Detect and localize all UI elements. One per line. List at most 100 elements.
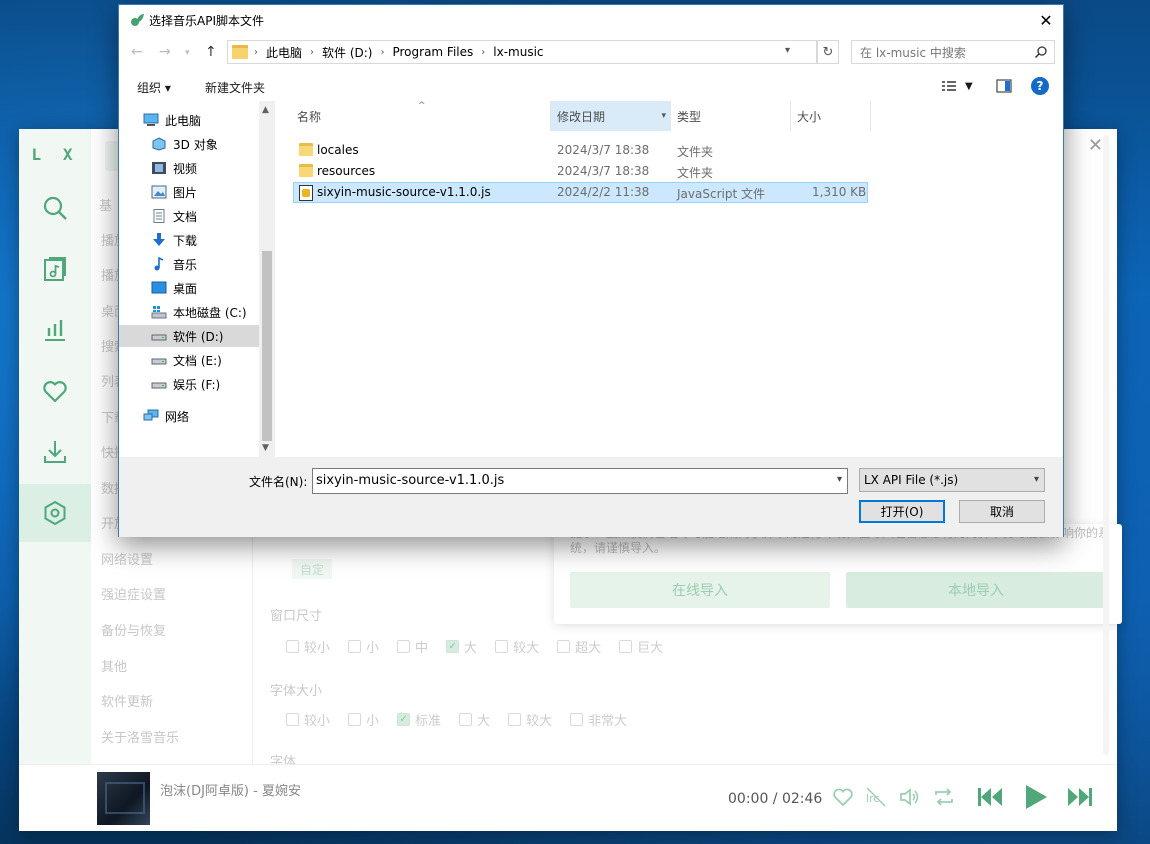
breadcrumb-item[interactable]: 此电脑: [266, 44, 302, 61]
checkbox[interactable]: [348, 713, 362, 726]
settings-nav-item-other[interactable]: 其他: [101, 656, 127, 675]
chevron-right-icon[interactable]: ›: [254, 47, 258, 58]
file-row-resources[interactable]: resources 2024/3/7 18:38 文件夹: [293, 161, 868, 182]
refresh-icon[interactable]: ↻: [817, 40, 839, 64]
chevron-right-icon[interactable]: ›: [481, 47, 485, 58]
volume-control[interactable]: [898, 785, 922, 809]
settings-nav-item-about[interactable]: 关于洛雪音乐: [101, 727, 179, 746]
recent-locations-icon[interactable]: ▾: [185, 48, 190, 58]
checkbox[interactable]: [459, 713, 473, 726]
font-size-option[interactable]: 非常大: [570, 710, 627, 729]
window-size-option[interactable]: 中: [397, 637, 428, 656]
tree-item-music[interactable]: 音乐: [119, 253, 259, 275]
cancel-button[interactable]: 取消: [959, 500, 1045, 523]
font-size-option-selected[interactable]: ✓ 标准: [397, 710, 441, 729]
file-type-select[interactable]: LX API File (*.js) ▾: [859, 468, 1045, 492]
custom-source-tag[interactable]: 自定: [292, 559, 332, 579]
tree-item-documents[interactable]: 文档: [119, 205, 259, 227]
tree-item-videos[interactable]: 视频: [119, 157, 259, 179]
preview-pane-icon[interactable]: [996, 79, 1012, 93]
app-close-icon[interactable]: ✕: [1088, 135, 1103, 156]
next-button[interactable]: [1065, 782, 1095, 812]
lyric-toggle[interactable]: lrc: [864, 785, 888, 809]
tree-item-desktop[interactable]: 桌面: [119, 277, 259, 299]
play-button[interactable]: [1020, 782, 1050, 812]
forward-arrow-icon[interactable]: →: [159, 44, 171, 60]
settings-nav-item-network[interactable]: 网络设置: [101, 549, 153, 568]
tree-item-network[interactable]: 网络: [119, 405, 259, 427]
checkbox[interactable]: [508, 713, 522, 726]
settings-nav-item-update[interactable]: 软件更新: [101, 691, 153, 710]
font-size-option[interactable]: 大: [459, 710, 490, 729]
window-size-option-selected[interactable]: ✓ 大: [446, 637, 477, 656]
window-size-option[interactable]: 较大: [495, 637, 539, 656]
nav-search[interactable]: [19, 179, 91, 237]
view-options-icon[interactable]: [941, 79, 957, 93]
local-import-button[interactable]: 本地导入: [846, 572, 1106, 608]
font-size-option[interactable]: 较大: [508, 710, 552, 729]
checkbox[interactable]: [619, 640, 633, 653]
play-mode-toggle[interactable]: [932, 785, 956, 809]
scroll-up-icon[interactable]: ▲: [262, 105, 269, 115]
tree-item-downloads[interactable]: 下载: [119, 229, 259, 251]
checkbox[interactable]: [286, 640, 299, 653]
column-header-date[interactable]: 修改日期 ▾: [551, 101, 671, 131]
tree-item-drive-f[interactable]: 娱乐 (F:): [119, 373, 259, 395]
tree-item-3d-objects[interactable]: 3D 对象: [119, 133, 259, 155]
help-icon[interactable]: ?: [1031, 77, 1049, 95]
open-button[interactable]: 打开(O): [859, 500, 945, 523]
favorite-toggle[interactable]: [831, 785, 855, 809]
nav-favorites[interactable]: [19, 362, 91, 420]
chevron-down-icon[interactable]: ▾: [661, 111, 666, 121]
back-arrow-icon[interactable]: ←: [131, 44, 143, 60]
window-size-option[interactable]: 巨大: [619, 637, 663, 656]
nav-songlist[interactable]: [19, 240, 91, 298]
checkbox-checked[interactable]: ✓: [397, 713, 411, 726]
column-header-size[interactable]: 大小: [791, 101, 871, 131]
nav-download[interactable]: [19, 423, 91, 481]
scroll-down-icon[interactable]: ▼: [262, 443, 269, 453]
column-header-type[interactable]: 类型: [671, 101, 791, 131]
album-cover[interactable]: [97, 772, 150, 825]
checkbox[interactable]: [557, 640, 571, 653]
settings-nav-item-backup[interactable]: 备份与恢复: [101, 620, 166, 639]
tree-item-drive-c[interactable]: 本地磁盘 (C:): [119, 301, 259, 323]
nav-settings[interactable]: [19, 484, 91, 542]
font-size-option[interactable]: 较小: [286, 710, 330, 729]
column-header-name[interactable]: 名称 ^: [277, 101, 551, 131]
settings-scrollbar[interactable]: [1103, 135, 1109, 755]
checkbox[interactable]: [570, 713, 584, 726]
scroll-thumb[interactable]: [262, 251, 272, 441]
settings-nav-item[interactable]: 基: [99, 195, 112, 214]
chevron-down-icon[interactable]: ▼: [965, 81, 973, 92]
nav-leaderboard[interactable]: [19, 301, 91, 359]
previous-button[interactable]: [975, 782, 1005, 812]
chevron-down-icon[interactable]: ▾: [785, 45, 790, 56]
file-row-locales[interactable]: locales 2024/3/7 18:38 文件夹: [293, 140, 868, 161]
chevron-right-icon[interactable]: ›: [380, 47, 384, 58]
chevron-right-icon[interactable]: ›: [310, 47, 314, 58]
checkbox[interactable]: [348, 640, 362, 653]
online-import-button[interactable]: 在线导入: [570, 572, 830, 608]
address-bar[interactable]: › 此电脑 › 软件 (D:) › Program Files › lx-mus…: [227, 40, 817, 64]
window-size-option[interactable]: 较小: [286, 637, 330, 656]
close-icon[interactable]: ✕: [1029, 5, 1063, 35]
checkbox[interactable]: [397, 640, 411, 653]
tree-item-drive-e[interactable]: 文档 (E:): [119, 349, 259, 371]
checkbox[interactable]: [495, 640, 509, 653]
file-row-sixyin-script[interactable]: sixyin-music-source-v1.1.0.js 2024/2/2 1…: [293, 182, 868, 203]
checkbox[interactable]: [286, 713, 299, 726]
font-size-option[interactable]: 小: [348, 710, 379, 729]
window-size-option[interactable]: 超大: [557, 637, 601, 656]
breadcrumb-item[interactable]: lx-music: [493, 45, 543, 59]
tree-item-pictures[interactable]: 图片: [119, 181, 259, 203]
search-input[interactable]: 在 lx-music 中搜索: [851, 40, 1055, 64]
filename-input[interactable]: sixyin-music-source-v1.1.0.js ▾: [312, 468, 848, 494]
up-arrow-icon[interactable]: ↑: [205, 44, 217, 60]
window-size-option[interactable]: 小: [348, 637, 379, 656]
organize-button[interactable]: 组织 ▾: [137, 79, 171, 96]
tree-item-drive-d[interactable]: 软件 (D:): [119, 325, 259, 347]
chevron-down-icon[interactable]: ▾: [1034, 474, 1039, 485]
tree-scrollbar[interactable]: ▲ ▼: [259, 101, 275, 457]
chevron-down-icon[interactable]: ▾: [837, 474, 842, 485]
